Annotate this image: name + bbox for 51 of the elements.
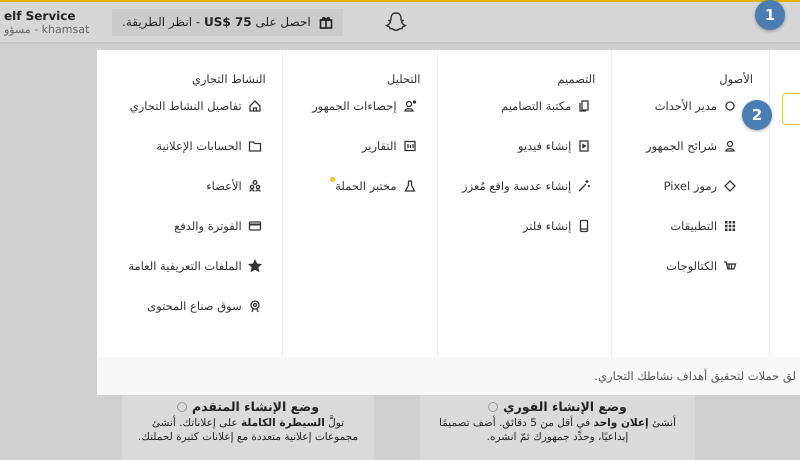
audience-icon	[402, 99, 417, 113]
mode-title: وضع الإنشاء الفوري	[503, 399, 627, 414]
menu-item[interactable]: التطبيقات	[622, 219, 738, 233]
input-field[interactable]	[782, 93, 800, 125]
info-icon[interactable]	[488, 402, 498, 412]
menu-item[interactable]: سوق صناع المحتوى	[107, 299, 262, 313]
footer-text: لق حملات لتحقيق أهداف نشاطك التجاري.	[594, 369, 796, 383]
mode-description: تولَّ السيطرة الكاملة على إعلاناتك. أنشئ مجموعات إعلانية متعددة مع إعلانات كثيرة لحملتك.	[136, 416, 360, 444]
menu-item[interactable]: الأعضاء	[107, 179, 262, 193]
card-icon	[248, 219, 262, 233]
column-heading: النشاط التجاري	[192, 72, 266, 86]
menu-item[interactable]: الملفات التعريفية العامة	[107, 259, 262, 273]
pages-icon	[577, 99, 592, 113]
diamond-icon	[723, 179, 738, 193]
flask-icon	[402, 179, 417, 193]
folder-icon	[248, 139, 262, 153]
gift-icon	[318, 15, 333, 29]
menu-item[interactable]: إنشاء عدسة واقع مُعزز	[448, 179, 592, 193]
column-heading: التصميم	[557, 72, 596, 86]
people-icon	[248, 179, 262, 193]
menu-item[interactable]: مختبر الحملة	[292, 179, 417, 193]
mode-card[interactable]: وضع الإنشاء المتقدم تولَّ السيطرة الكاملة على إعلاناتك. أنشئ مجموعات إعلانية متعددة مع إعلانات كثيرة لحملتك.	[122, 395, 374, 460]
menu-item[interactable]: الحسابات الإعلانية	[107, 139, 262, 153]
ghost-icon[interactable]	[384, 11, 407, 33]
column-heading: الأصول	[719, 72, 754, 86]
menu-item[interactable]: الكتالوجات	[622, 259, 738, 273]
menu-item[interactable]: التقارير	[292, 139, 417, 153]
wand-icon	[577, 179, 592, 193]
column-heading: التحليل	[386, 72, 421, 86]
star-icon	[248, 259, 262, 273]
menu-item[interactable]: إحصاءات الجمهور	[292, 99, 417, 113]
report-icon	[402, 139, 417, 153]
menu-item[interactable]: إنشاء فيديو	[448, 139, 592, 153]
account-title: elf Service	[4, 8, 76, 22]
mode-title: وضع الإنشاء المتقدم	[192, 399, 320, 414]
house-icon	[248, 99, 262, 113]
menu-item[interactable]: مدير الأحداث	[622, 99, 738, 113]
grid-icon	[723, 219, 738, 233]
menu-item[interactable]: تفاصيل النشاط التجاري	[107, 99, 262, 113]
person-icon	[723, 139, 738, 153]
mode-card[interactable]: وضع الإنشاء الفوري أنشئ إعلان واحد في أقل من 5 دقائق. أضف تصميمًا إبداعيًا، وحدِّد جمهورك ثمّ انشره.	[420, 395, 695, 460]
medal-icon	[248, 299, 262, 313]
video-icon	[577, 139, 592, 153]
mode-description: أنشئ إعلان واحد في أقل من 5 دقائق. أضف تصميمًا إبداعيًا، وحدِّد جمهورك ثمّ انشره.	[438, 416, 677, 444]
menu-item[interactable]: إنشاء فلتر	[448, 219, 592, 233]
menu-item[interactable]: رموز Pixel	[622, 179, 738, 193]
circle-icon	[723, 99, 738, 113]
menu-item[interactable]: مكتبة التصاميم	[448, 99, 592, 113]
menu-item[interactable]: الفوترة والدفع	[107, 219, 262, 233]
info-icon[interactable]	[176, 402, 187, 412]
menu-item[interactable]: شرائح الجمهور	[622, 139, 738, 153]
